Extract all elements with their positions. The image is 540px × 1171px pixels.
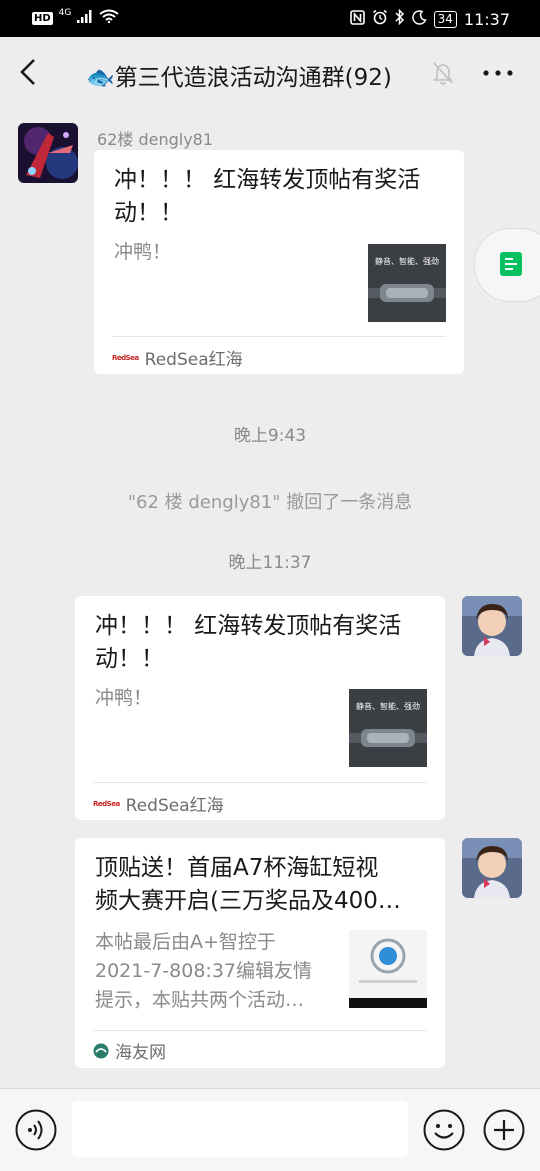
link-card[interactable]: 冲！！！ 红海转发顶帖有奖活 动！！ 冲鸭！ 静音、智能、强劲 RedSea R… (94, 150, 464, 374)
recall-notice: "62 楼 dengly81" 撤回了一条消息 (127, 492, 413, 513)
card-title-line-2: 动！！ (95, 646, 164, 672)
sender-name: 62楼 dengly81 (97, 130, 214, 149)
card-description: 本帖最后由A+智控于 2021-7-808:37编辑友情 提示，本贴共两个活动… (95, 928, 312, 1015)
card-thumbnail: 静音、智能、强劲 (349, 689, 427, 767)
bluetooth-icon (395, 8, 405, 29)
card-title-line-1: 冲！！！ 红海转发顶帖有奖活 (114, 167, 421, 193)
card-description: 冲鸭！ (95, 687, 153, 709)
mute-bell-icon (432, 61, 454, 85)
message-input[interactable] (72, 1101, 408, 1157)
doc-icon (500, 252, 522, 276)
card-source: RedSea RedSea红海 (112, 345, 243, 370)
timestamp: 晚上9:43 (233, 426, 307, 446)
status-bar: HD 4G 34 11:37 (0, 0, 540, 37)
card-source: RedSea RedSea红海 (93, 791, 224, 816)
wifi-icon (99, 9, 119, 27)
voice-button[interactable] (15, 1109, 57, 1151)
card-title: 顶贴送！首届A7杯海缸短视 频大赛开启(三万奖品及400… (95, 852, 401, 918)
card-title-line-2: 频大赛开启(三万奖品及400… (95, 888, 401, 914)
my-avatar[interactable] (462, 838, 522, 898)
card-description: 冲鸭！ (114, 241, 172, 263)
link-card[interactable]: 冲！！！ 红海转发顶帖有奖活 动！！ 冲鸭！ 静音、智能、强劲 RedSea R… (75, 596, 445, 820)
more-button[interactable] (480, 59, 516, 87)
chat-title: 🐟第三代造浪活动沟通群(92) (86, 65, 392, 91)
card-title-line-1: 冲！！！ 红海转发顶帖有奖活 (95, 613, 402, 639)
card-desc-line-1: 本帖最后由A+智控于 (95, 931, 276, 953)
emoji-button[interactable] (423, 1109, 465, 1151)
card-divider (112, 336, 446, 337)
card-thumbnail (349, 930, 427, 1008)
redsea-logo: RedSea (93, 799, 120, 808)
card-thumbnail: 静音、智能、强劲 (368, 244, 446, 322)
thumb-caption: 静音、智能、强劲 (375, 256, 439, 266)
status-time: 11:37 (463, 9, 510, 29)
card-source: 海友网 (93, 1038, 166, 1063)
more-dots-icon (483, 70, 513, 76)
card-title-line-2: 动！！ (114, 200, 183, 226)
plus-button[interactable] (483, 1109, 525, 1151)
sender-avatar[interactable] (18, 123, 78, 183)
source-name: RedSea红海 (144, 350, 243, 370)
nfc-icon (349, 9, 365, 29)
card-divider (93, 782, 427, 783)
alarm-icon (372, 9, 388, 29)
network-type: 4G (58, 8, 72, 18)
input-bar (0, 1088, 540, 1171)
signal-icon (77, 9, 93, 27)
thumb-caption: 静音、智能、强劲 (356, 701, 420, 711)
card-desc-line-3: 提示，本贴共两个活动… (95, 989, 305, 1011)
source-name: RedSea红海 (125, 796, 224, 816)
back-button[interactable] (14, 57, 44, 87)
card-desc-line-2: 2021-7-808:37编辑友情 (95, 960, 312, 982)
emoji-icon (423, 1109, 465, 1151)
back-arrow-icon (20, 59, 35, 85)
redsea-logo: RedSea (112, 353, 139, 362)
card-title-line-1: 顶贴送！首届A7杯海缸短视 (95, 855, 379, 881)
card-divider (93, 1030, 427, 1031)
link-card[interactable]: 顶贴送！首届A7杯海缸短视 频大赛开启(三万奖品及400… 本帖最后由A+智控于… (75, 838, 445, 1068)
haiyou-logo-icon (93, 1043, 109, 1058)
floating-doc-button[interactable] (474, 228, 540, 302)
voice-icon (15, 1109, 57, 1151)
my-avatar[interactable] (462, 596, 522, 656)
hd-badge: HD (32, 11, 53, 25)
card-title: 冲！！！ 红海转发顶帖有奖活 动！！ (95, 610, 401, 676)
moon-icon (411, 9, 427, 29)
battery-level: 34 (433, 10, 457, 28)
timestamp: 晚上11:37 (228, 553, 312, 573)
card-title: 冲！！！ 红海转发顶帖有奖活 动！！ (114, 164, 420, 230)
plus-icon (483, 1109, 525, 1151)
chat-header: 🐟第三代造浪活动沟通群(92) (0, 37, 540, 109)
source-name: 海友网 (115, 1043, 166, 1063)
